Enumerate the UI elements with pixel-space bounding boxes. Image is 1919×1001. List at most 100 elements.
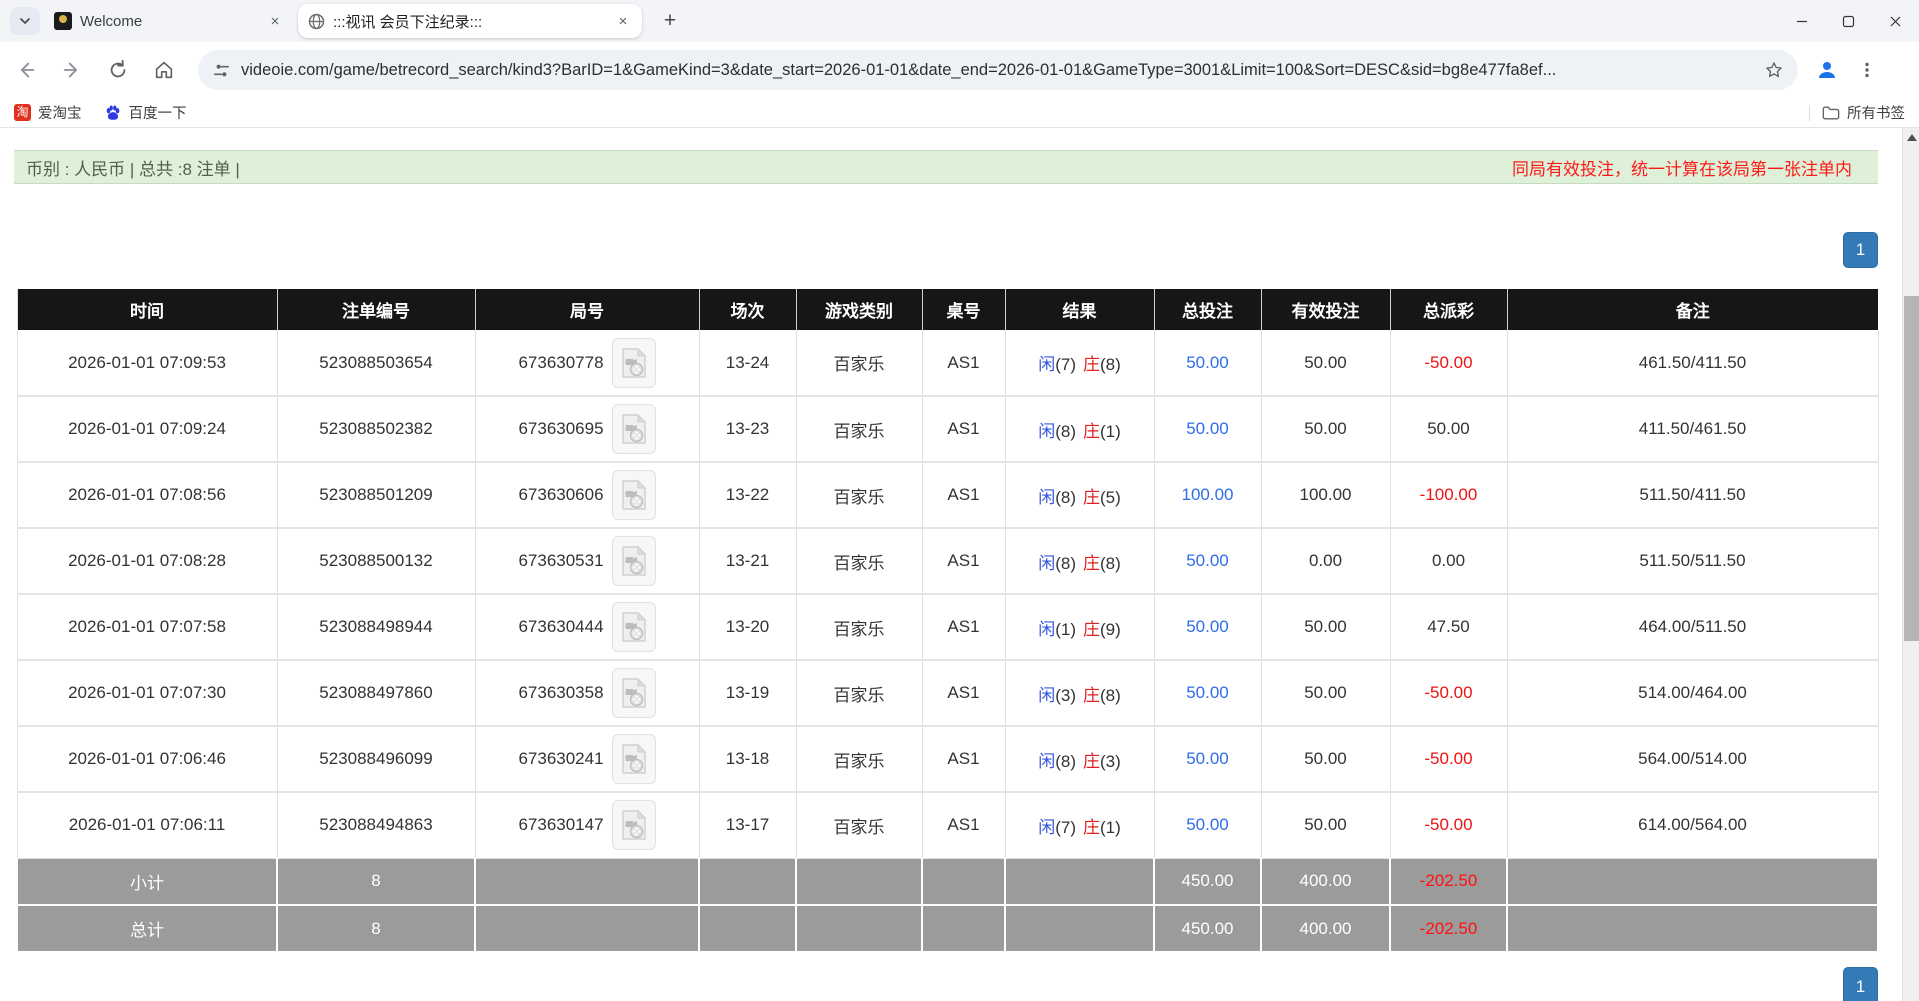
result-banker-points: (1) <box>1100 818 1121 837</box>
result-player-points: (8) <box>1055 488 1076 507</box>
cell-payout: -50.00 <box>1390 726 1507 792</box>
browser-menu-button[interactable] <box>1850 53 1884 87</box>
cell-payout: 50.00 <box>1390 396 1507 462</box>
url-bar[interactable]: videoie.com/game/betrecord_search/kind3?… <box>198 50 1798 90</box>
result-player-label: 闲 <box>1038 355 1055 374</box>
cell-payout: -100.00 <box>1390 462 1507 528</box>
video-file-icon <box>621 347 647 379</box>
bookmark-star-icon[interactable] <box>1764 60 1784 80</box>
cell-bet-id: 523088496099 <box>277 726 475 792</box>
cell-game-type: 百家乐 <box>796 462 922 528</box>
table-body: 2026-01-01 07:09:53 523088503654 6736307… <box>17 330 1878 858</box>
cell-result: 闲(8)庄(3) <box>1005 726 1154 792</box>
total-total-bet: 450.00 <box>1154 905 1261 952</box>
result-player-points: (8) <box>1055 554 1076 573</box>
cell-result: 闲(7)庄(8) <box>1005 330 1154 396</box>
cell-result: 闲(8)庄(5) <box>1005 462 1154 528</box>
cell-note: 614.00/564.00 <box>1507 792 1878 858</box>
cell-valid-bet: 0.00 <box>1261 528 1390 594</box>
close-button[interactable] <box>1872 0 1919 42</box>
three-dots-icon <box>1858 61 1876 79</box>
table-row: 2026-01-01 07:07:58 523088498944 6736304… <box>17 594 1878 660</box>
header-session: 场次 <box>699 289 796 330</box>
chevron-down-icon <box>19 15 31 27</box>
pagination-bottom-page-1[interactable]: 1 <box>1843 967 1878 1001</box>
tab-search-button[interactable] <box>10 7 40 35</box>
back-button[interactable] <box>6 50 46 90</box>
tab-strip: Welcome × :::视讯 会员下注纪录::: × + <box>0 0 1919 42</box>
tab-close-icon[interactable]: × <box>266 12 284 30</box>
cell-total-bet: 50.00 <box>1154 660 1261 726</box>
cell-round: 673630606 <box>475 462 699 528</box>
result-banker-label: 庄 <box>1083 554 1100 573</box>
pagination-page-1[interactable]: 1 <box>1843 232 1878 268</box>
cell-total-bet: 50.00 <box>1154 528 1261 594</box>
profile-avatar[interactable] <box>1810 53 1844 87</box>
close-icon <box>1889 15 1902 28</box>
result-player-label: 闲 <box>1038 488 1055 507</box>
vertical-scrollbar[interactable] <box>1902 128 1919 1001</box>
cell-bet-id: 523088502382 <box>277 396 475 462</box>
baidu-paw-icon <box>104 104 122 122</box>
back-arrow-icon <box>15 59 37 81</box>
scrollbar-up-arrow[interactable] <box>1903 128 1919 146</box>
cell-valid-bet: 50.00 <box>1261 792 1390 858</box>
header-payout: 总派彩 <box>1390 289 1507 330</box>
header-round: 局号 <box>475 289 699 330</box>
reload-icon <box>107 59 129 81</box>
result-banker-label: 庄 <box>1083 355 1100 374</box>
cell-total-bet: 50.00 <box>1154 726 1261 792</box>
bookmark-baidu[interactable]: 百度一下 <box>96 101 195 125</box>
video-replay-button[interactable] <box>612 404 656 454</box>
cell-table-no: AS1 <box>922 330 1005 396</box>
tab-welcome[interactable]: Welcome × <box>44 4 294 38</box>
scrollbar-thumb[interactable] <box>1904 296 1919 641</box>
minimize-button[interactable] <box>1778 0 1825 42</box>
header-total-bet: 总投注 <box>1154 289 1261 330</box>
video-replay-button[interactable] <box>612 602 656 652</box>
maximize-button[interactable] <box>1825 0 1872 42</box>
cell-time: 2026-01-01 07:06:11 <box>17 792 277 858</box>
cell-table-no: AS1 <box>922 792 1005 858</box>
cell-note: 511.50/411.50 <box>1507 462 1878 528</box>
person-icon <box>1815 58 1839 82</box>
cell-bet-id: 523088500132 <box>277 528 475 594</box>
video-replay-button[interactable] <box>612 470 656 520</box>
cell-valid-bet: 50.00 <box>1261 396 1390 462</box>
cell-round: 673630147 <box>475 792 699 858</box>
tab-bet-records[interactable]: :::视讯 会员下注纪录::: × <box>298 4 642 38</box>
url-text[interactable]: videoie.com/game/betrecord_search/kind3?… <box>241 61 1754 80</box>
cell-game-type: 百家乐 <box>796 330 922 396</box>
video-replay-button[interactable] <box>612 734 656 784</box>
forward-button[interactable] <box>52 50 92 90</box>
all-bookmarks-button[interactable]: 所有书签 <box>1822 102 1919 123</box>
bookmarks-bar: 淘 爱淘宝 百度一下 所有书签 <box>0 98 1919 128</box>
cell-payout: 0.00 <box>1390 528 1507 594</box>
tab-title: Welcome <box>80 13 258 30</box>
browser-window: Welcome × :::视讯 会员下注纪录::: × + <box>0 0 1919 1001</box>
table-row: 2026-01-01 07:06:46 523088496099 6736302… <box>17 726 1878 792</box>
result-banker-label: 庄 <box>1083 686 1100 705</box>
cell-round: 673630444 <box>475 594 699 660</box>
bet-records-table: 时间 注单编号 局号 场次 游戏类别 桌号 结果 总投注 有效投注 总派彩 备注… <box>16 289 1879 953</box>
reload-button[interactable] <box>98 50 138 90</box>
cell-game-type: 百家乐 <box>796 726 922 792</box>
bookmark-label: 百度一下 <box>129 102 187 123</box>
bookmark-taobao[interactable]: 淘 爱淘宝 <box>6 101 90 125</box>
video-replay-button[interactable] <box>612 338 656 388</box>
cell-total-bet: 50.00 <box>1154 594 1261 660</box>
home-button[interactable] <box>144 50 184 90</box>
maximize-icon <box>1842 15 1855 28</box>
result-player-points: (7) <box>1055 355 1076 374</box>
video-file-icon <box>621 809 647 841</box>
divider <box>1809 105 1810 121</box>
round-number: 673630358 <box>518 683 603 703</box>
video-file-icon <box>621 479 647 511</box>
video-replay-button[interactable] <box>612 668 656 718</box>
video-replay-button[interactable] <box>612 800 656 850</box>
tab-close-icon[interactable]: × <box>614 12 632 30</box>
video-replay-button[interactable] <box>612 536 656 586</box>
header-valid-bet: 有效投注 <box>1261 289 1390 330</box>
new-tab-button[interactable]: + <box>656 7 684 35</box>
info-bar: 币别 : 人民币 | 总共 :8 注单 | 同局有效投注，统一计算在该局第一张注… <box>14 150 1878 184</box>
